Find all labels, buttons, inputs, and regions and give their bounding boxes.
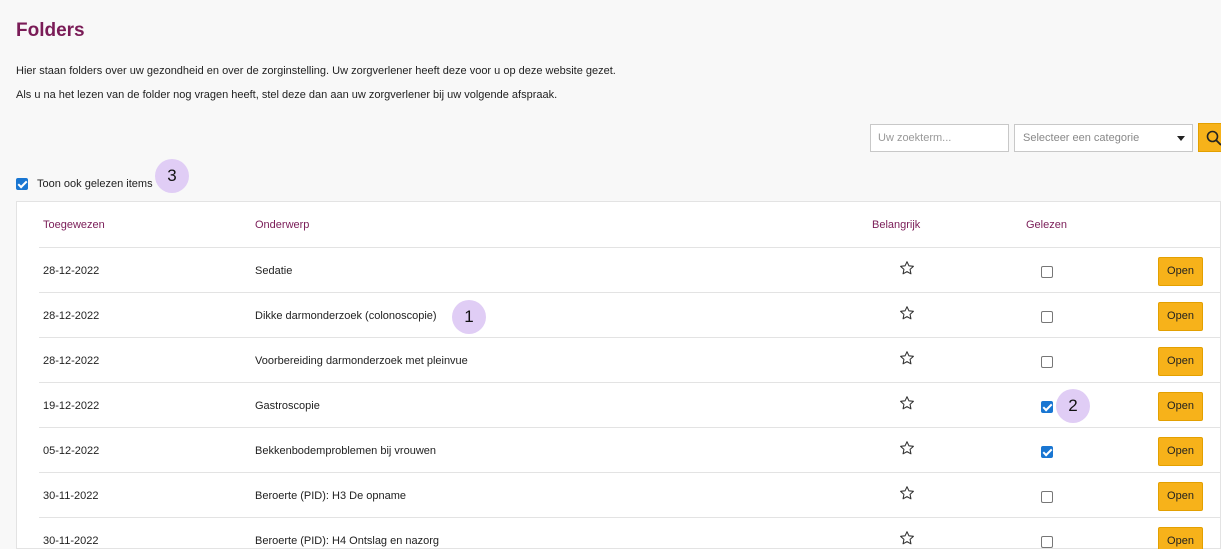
search-input[interactable] [870,124,1009,152]
open-button[interactable]: Open [1158,257,1203,286]
star-outline-icon[interactable] [899,350,915,371]
open-button[interactable]: Open [1158,302,1203,331]
row-date: 28-12-2022 [43,265,100,277]
row-subject[interactable]: Beroerte (PID): H4 Ontslag en nazorg [255,535,439,547]
row-date: 30-11-2022 [43,490,99,502]
row-subject[interactable]: Voorbereiding darmonderzoek met pleinvue [255,355,468,367]
page-title: Folders [16,20,85,41]
row-date: 19-12-2022 [43,400,100,412]
read-checkbox[interactable] [1041,401,1053,413]
table-row: 28-12-2022 Sedatie Open [39,247,1221,292]
open-button[interactable]: Open [1158,392,1203,421]
chevron-down-icon [1177,136,1185,141]
show-read-label: Toon ook gelezen items [37,178,153,190]
table-header: Toegewezen Onderwerp Belangrijk Gelezen [17,202,1220,247]
table-row: 30-11-2022 Beroerte (PID): H3 De opname Op… [39,472,1221,517]
show-read-checkbox[interactable] [16,178,28,190]
column-header-important[interactable]: Belangrijk [872,219,920,231]
category-select[interactable]: Selecteer een categorie [1014,124,1193,152]
star-outline-icon[interactable] [899,260,915,281]
search-button[interactable] [1198,123,1221,152]
row-date: 28-12-2022 [43,310,100,322]
column-header-subject[interactable]: Onderwerp [255,219,309,231]
table-row: 19-12-2022 Gastroscopie Open [39,382,1221,427]
table-row: 30-11-2022 Beroerte (PID): H4 Ontslag en … [39,517,1221,549]
read-checkbox[interactable] [1041,536,1053,548]
row-date: 30-11-2022 [43,535,99,547]
column-header-assigned[interactable]: Toegewezen [43,219,105,231]
row-subject[interactable]: Beroerte (PID): H3 De opname [255,490,406,502]
read-checkbox[interactable] [1041,311,1053,323]
step-badge-2: 2 [1056,389,1090,423]
row-date: 05-12-2022 [43,445,100,457]
row-subject[interactable]: Dikke darmonderzoek (colonoscopie) [255,310,437,322]
read-checkbox[interactable] [1041,446,1053,458]
read-checkbox[interactable] [1041,266,1053,278]
open-button[interactable]: Open [1158,527,1203,549]
read-checkbox[interactable] [1041,491,1053,503]
star-outline-icon[interactable] [899,485,915,506]
star-outline-icon[interactable] [899,530,915,549]
folders-table: Toegewezen Onderwerp Belangrijk Gelezen … [16,201,1221,549]
search-icon [1206,130,1221,146]
star-outline-icon[interactable] [899,395,915,416]
row-subject[interactable]: Bekkenbodemproblemen bij vrouwen [255,445,436,457]
step-badge-1: 1 [452,300,486,334]
row-subject[interactable]: Gastroscopie [255,400,320,412]
intro-text-line-1: Hier staan folders over uw gezondheid en… [16,65,616,77]
category-select-value: Selecteer een categorie [1023,132,1140,144]
show-read-toggle[interactable]: Toon ook gelezen items [16,176,153,192]
intro-text-line-2: Als u na het lezen van de folder nog vra… [16,89,558,101]
column-header-read[interactable]: Gelezen [1026,219,1067,231]
open-button[interactable]: Open [1158,437,1203,466]
row-subject[interactable]: Sedatie [255,265,292,277]
row-date: 28-12-2022 [43,355,100,367]
step-badge-3: 3 [155,159,189,193]
table-row: 28-12-2022 Dikke darmonderzoek (colonosco… [39,292,1221,337]
star-outline-icon[interactable] [899,440,915,461]
open-button[interactable]: Open [1158,482,1203,511]
table-row: 28-12-2022 Voorbereiding darmonderzoek me… [39,337,1221,382]
star-outline-icon[interactable] [899,305,915,326]
open-button[interactable]: Open [1158,347,1203,376]
table-row: 05-12-2022 Bekkenbodemproblemen bij vrouw… [39,427,1221,472]
read-checkbox[interactable] [1041,356,1053,368]
